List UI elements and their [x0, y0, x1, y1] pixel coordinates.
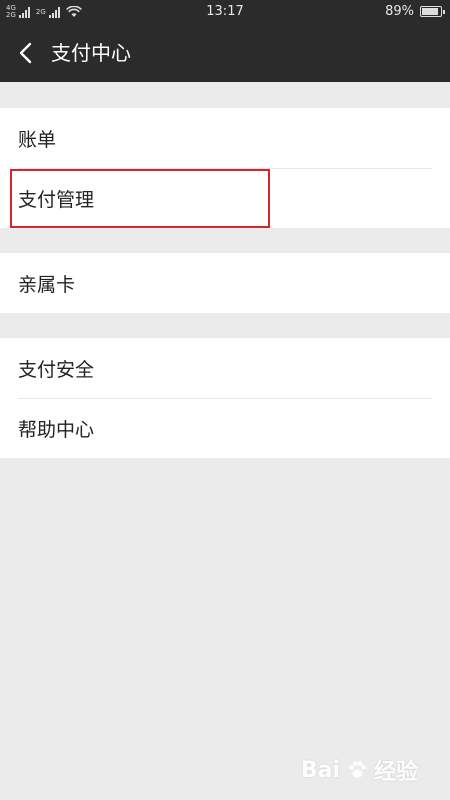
menu-item-bill[interactable]: 账单	[0, 108, 450, 168]
menu-item-label: 支付管理	[18, 188, 95, 211]
menu-item-family-card[interactable]: 亲属卡	[0, 253, 450, 313]
menu-item-label: 账单	[18, 128, 57, 151]
menu-item-payment-security[interactable]: 支付安全	[0, 338, 450, 398]
watermark-suffix: 经验	[373, 760, 418, 785]
status-time: 13:17	[206, 4, 244, 19]
menu-item-label: 亲属卡	[18, 273, 76, 296]
watermark-brand: Bai	[300, 757, 340, 783]
title-bar: 支付中心	[0, 24, 450, 82]
battery-percent: 89%	[385, 4, 414, 19]
battery-fill	[422, 8, 439, 15]
page-title: 支付中心	[51, 41, 131, 65]
menu-group-security: 支付安全 帮助中心	[0, 338, 450, 458]
battery-icon	[420, 6, 445, 17]
paw-icon	[349, 761, 366, 778]
chevron-left-icon	[19, 42, 32, 64]
status-bar: 4G 2G 2G 13:17 89%	[0, 0, 450, 24]
battery-status: 89%	[385, 4, 445, 19]
menu-item-help-center[interactable]: 帮助中心	[0, 398, 450, 458]
menu-group-family-card: 亲属卡	[0, 253, 450, 313]
menu-item-payment-management[interactable]: 支付管理	[0, 168, 450, 228]
menu-item-label: 支付安全	[18, 358, 95, 381]
menu-group-billing: 账单 支付管理	[0, 108, 450, 228]
baidu-watermark: Bai 经验	[301, 754, 418, 786]
back-button[interactable]	[12, 39, 40, 67]
menu-item-label: 帮助中心	[18, 418, 95, 441]
